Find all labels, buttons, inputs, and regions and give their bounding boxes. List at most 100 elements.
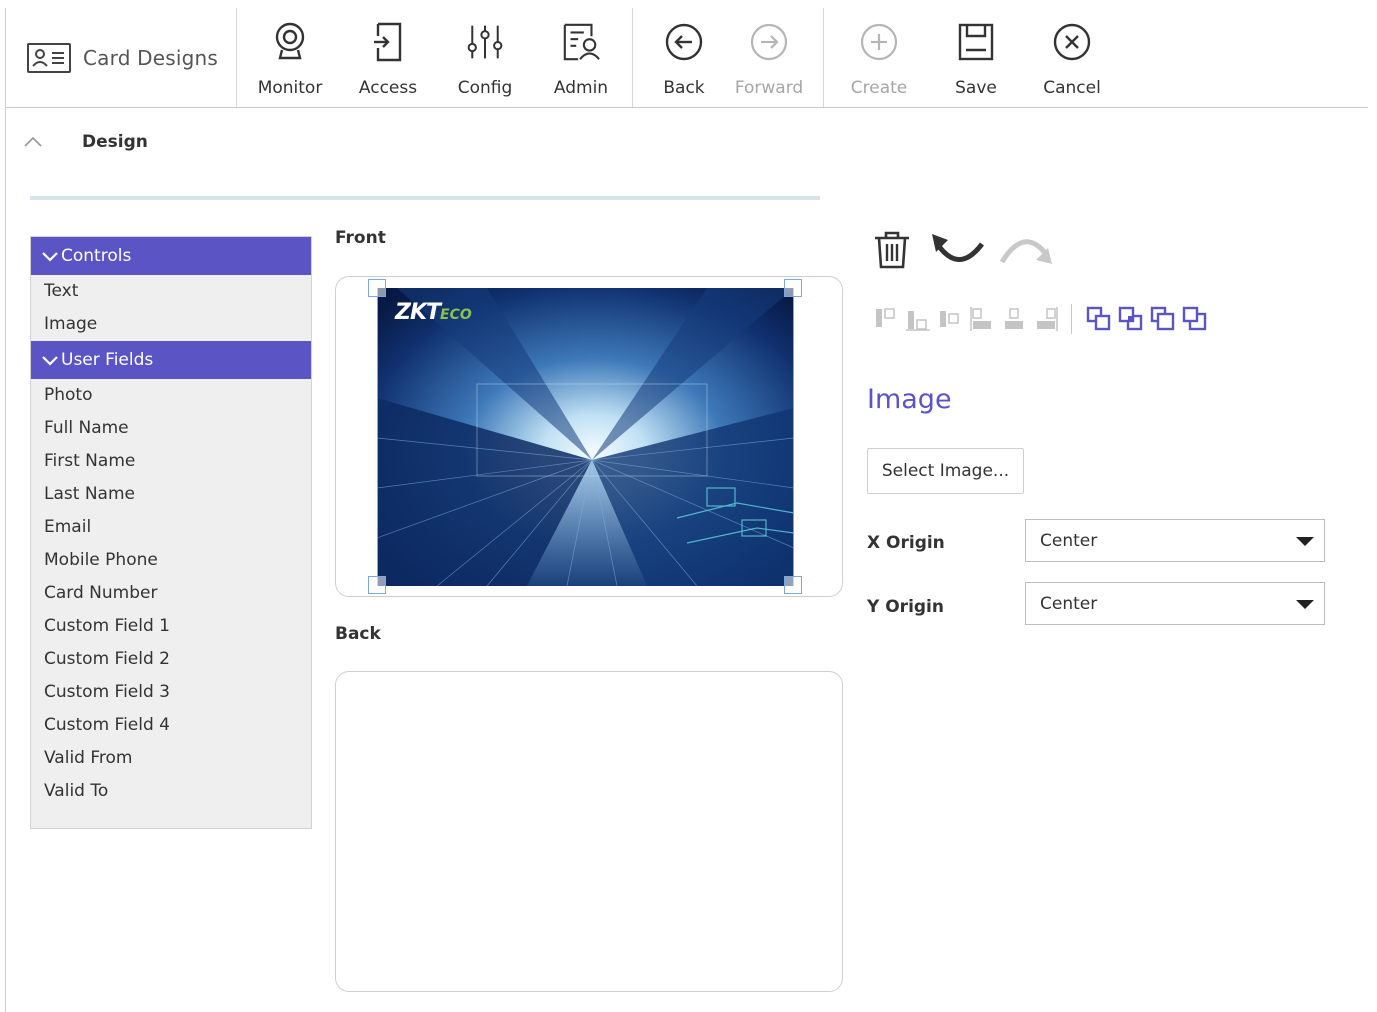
cancel-label: Cancel	[1043, 78, 1101, 98]
create-button[interactable]: Create	[837, 20, 921, 104]
back-button[interactable]: Back	[642, 20, 726, 104]
resize-handle-bottom-right[interactable]	[784, 576, 802, 594]
user-field-photo[interactable]: Photo	[31, 379, 311, 412]
back-label: Back	[335, 624, 381, 644]
access-button[interactable]: Access	[346, 20, 430, 104]
toolbar-separator	[632, 8, 633, 107]
webcam-icon	[270, 20, 310, 64]
brand-sub-text: ECO	[440, 307, 472, 323]
design-progress-fill	[30, 196, 820, 200]
toolbar-separator	[823, 8, 824, 107]
control-item-image[interactable]: Image	[31, 308, 311, 341]
toolbox-panel: Controls Text Image User Fields Photo Fu…	[30, 236, 312, 829]
user-field-full-name[interactable]: Full Name	[31, 412, 311, 445]
create-label: Create	[850, 78, 908, 98]
align-left-icon[interactable]	[969, 306, 995, 332]
app-title: Card Designs	[27, 42, 218, 74]
plus-circle-icon	[859, 20, 899, 64]
monitor-button[interactable]: Monitor	[248, 20, 332, 104]
design-title: Design	[82, 132, 148, 152]
x-circle-icon	[1052, 20, 1092, 64]
caret-down-icon	[1296, 537, 1314, 546]
design-section-header[interactable]: Design	[22, 132, 148, 152]
back-label: Back	[663, 78, 705, 98]
monitor-label: Monitor	[257, 78, 323, 98]
brand-logo: ZKTECO	[395, 300, 472, 325]
chevron-down-icon	[42, 356, 58, 366]
arrow-right-circle-icon	[749, 20, 789, 64]
toolbar-separator	[236, 8, 237, 107]
x-origin-select[interactable]: Center	[1025, 519, 1325, 562]
align-center-icon[interactable]	[1001, 306, 1027, 332]
alignment-separator	[1071, 304, 1072, 334]
delete-button[interactable]	[872, 230, 912, 274]
top-toolbar: Card Designs Monitor Access Config Admin…	[5, 8, 1368, 108]
chevron-down-icon	[42, 252, 58, 262]
control-item-text[interactable]: Text	[31, 275, 311, 308]
admin-button[interactable]: Admin	[539, 20, 623, 104]
chevron-up-icon	[24, 136, 42, 147]
resize-handle-top-left[interactable]	[368, 279, 386, 297]
align-top-icon[interactable]	[873, 306, 899, 332]
redo-icon	[999, 239, 1052, 264]
user-field-card-number[interactable]: Card Number	[31, 577, 311, 610]
y-origin-value: Center	[1040, 593, 1098, 614]
arrow-left-circle-icon	[664, 20, 704, 64]
align-middle-icon[interactable]	[937, 306, 963, 332]
user-field-first-name[interactable]: First Name	[31, 445, 311, 478]
bring-to-front-icon[interactable]	[1150, 306, 1176, 332]
config-label: Config	[457, 78, 513, 98]
trash-icon	[875, 231, 909, 269]
user-field-email[interactable]: Email	[31, 511, 311, 544]
door-icon	[368, 20, 408, 64]
x-origin-value: Center	[1040, 530, 1098, 551]
admin-label: Admin	[553, 78, 609, 98]
brand-main-text: ZKT	[395, 300, 441, 325]
access-label: Access	[358, 78, 418, 98]
align-right-icon[interactable]	[1033, 306, 1059, 332]
back-card-canvas[interactable]	[335, 671, 843, 992]
forward-button[interactable]: Forward	[727, 20, 811, 104]
forward-label: Forward	[734, 78, 804, 98]
redo-button[interactable]	[998, 232, 1054, 272]
floppy-disk-icon	[956, 20, 996, 64]
user-field-custom-2[interactable]: Custom Field 2	[31, 643, 311, 676]
resize-handle-bottom-left[interactable]	[368, 576, 386, 594]
user-field-custom-1[interactable]: Custom Field 1	[31, 610, 311, 643]
bring-forward-icon[interactable]	[1086, 306, 1112, 332]
save-label: Save	[955, 78, 997, 98]
undo-icon	[932, 234, 984, 262]
user-field-mobile-phone[interactable]: Mobile Phone	[31, 544, 311, 577]
y-origin-select[interactable]: Center	[1025, 582, 1325, 625]
caret-down-icon	[1296, 600, 1314, 609]
left-border	[5, 8, 6, 1012]
card-background-image[interactable]	[377, 288, 794, 586]
properties-title: Image	[867, 384, 952, 415]
x-origin-label: X Origin	[867, 533, 945, 553]
config-button[interactable]: Config	[443, 20, 527, 104]
admin-icon	[561, 20, 601, 64]
select-image-button[interactable]: Select Image...	[867, 448, 1024, 494]
undo-button[interactable]	[930, 232, 986, 272]
send-to-back-icon[interactable]	[1182, 306, 1208, 332]
sliders-icon	[465, 20, 505, 64]
design-progress-track	[30, 196, 820, 200]
user-field-valid-from[interactable]: Valid From	[31, 742, 311, 775]
controls-header-label: Controls	[61, 246, 132, 266]
send-backward-icon[interactable]	[1118, 306, 1144, 332]
app-title-label: Card Designs	[83, 46, 219, 70]
cancel-button[interactable]: Cancel	[1030, 20, 1114, 104]
user-field-custom-4[interactable]: Custom Field 4	[31, 709, 311, 742]
controls-group-header[interactable]: Controls	[31, 237, 311, 275]
user-field-last-name[interactable]: Last Name	[31, 478, 311, 511]
id-card-icon	[27, 43, 71, 73]
selection-guide	[793, 288, 794, 586]
resize-handle-top-right[interactable]	[784, 279, 802, 297]
user-field-custom-3[interactable]: Custom Field 3	[31, 676, 311, 709]
alignment-toolbar	[873, 304, 1214, 334]
user-fields-header-label: User Fields	[61, 350, 154, 370]
save-button[interactable]: Save	[934, 20, 1018, 104]
user-field-valid-to[interactable]: Valid To	[31, 775, 311, 808]
align-bottom-icon[interactable]	[905, 306, 931, 332]
user-fields-group-header[interactable]: User Fields	[31, 341, 311, 379]
